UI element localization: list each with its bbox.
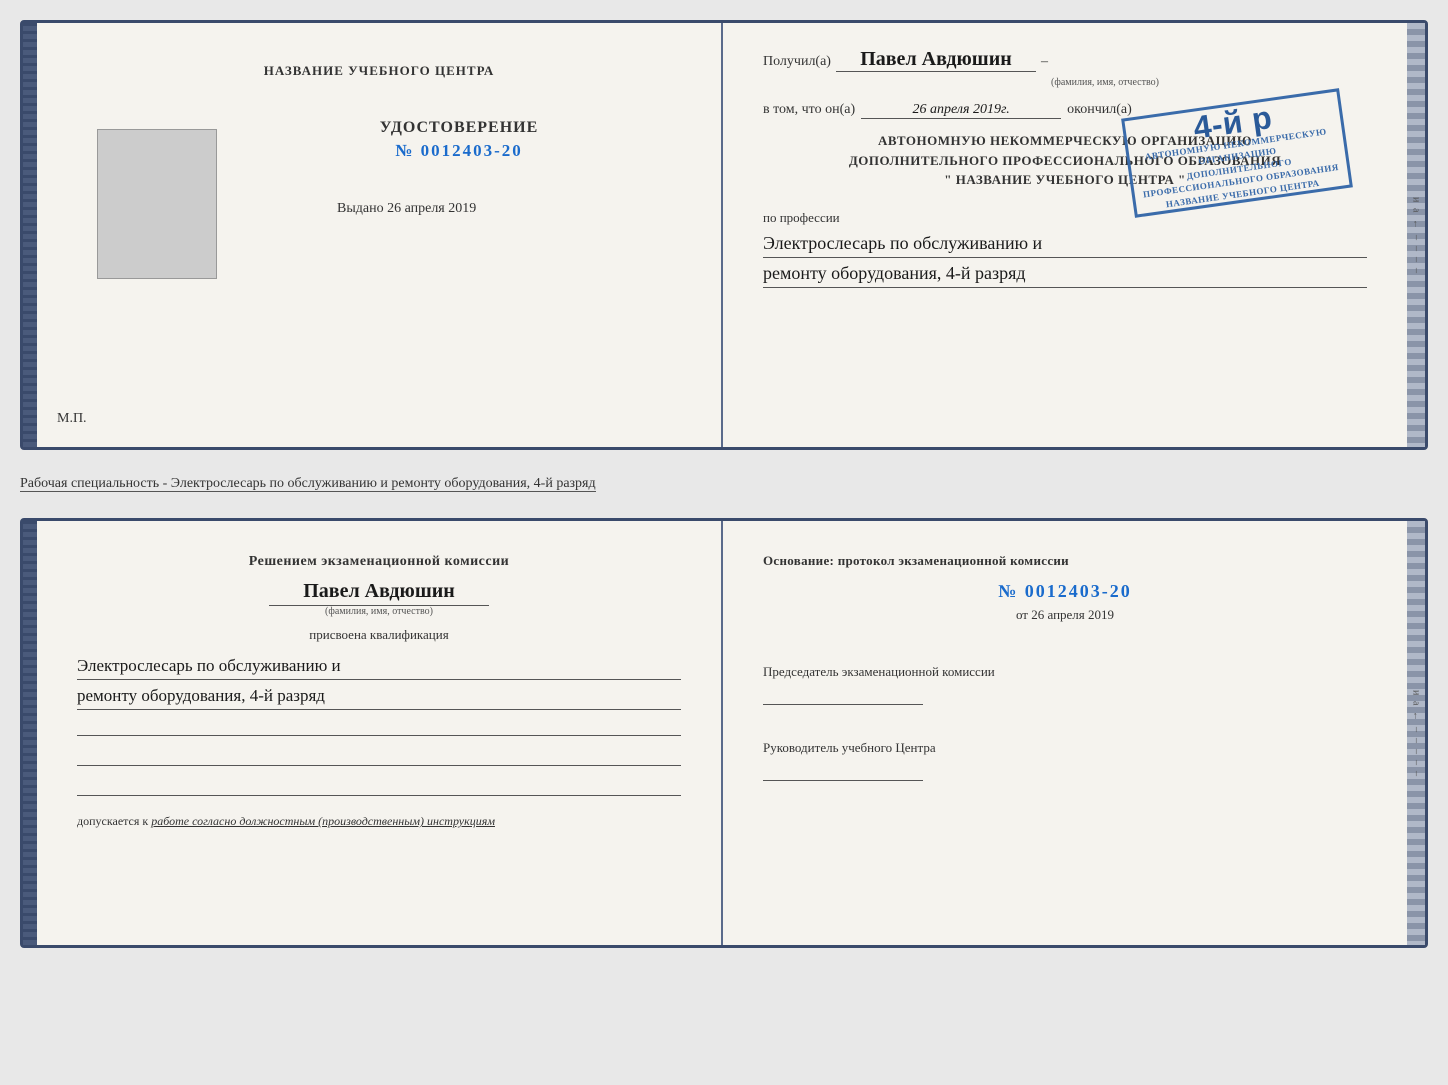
- specialty-text: Рабочая специальность - Электрослесарь п…: [20, 468, 1428, 500]
- bottom-edge-char-6: –: [1411, 749, 1422, 754]
- allowed-text-block: допускается к работе согласно должностны…: [77, 814, 681, 829]
- commission-text: Решением экзаменационной комиссии: [77, 551, 681, 572]
- recipient-name-field: Павел Авдюшин: [836, 48, 1036, 72]
- dash: –: [1041, 54, 1048, 70]
- issued-label: Выдано: [337, 201, 384, 216]
- bottom-edge-char-8: –: [1411, 771, 1422, 776]
- photo-placeholder: [97, 129, 217, 279]
- allowed-text: работе согласно должностным (производств…: [151, 814, 495, 828]
- cert-title: УДОСТОВЕРЕНИЕ: [380, 119, 539, 137]
- bottom-name-sub-label: (фамилия, имя, отчество): [77, 606, 681, 617]
- finished-label: окончил(а): [1067, 102, 1132, 118]
- profession-label: по профессии: [763, 210, 1367, 226]
- head-label: Руководитель учебного Центра: [763, 739, 1367, 757]
- top-document: НАЗВАНИЕ УЧЕБНОГО ЦЕНТРА УДОСТОВЕРЕНИЕ №…: [20, 20, 1428, 450]
- received-line: Получил(а) Павел Авдюшин –: [763, 48, 1367, 72]
- bottom-right-edge-strip: и а ← – – – – –: [1407, 521, 1425, 945]
- edge-char-2: а: [1411, 208, 1422, 212]
- top-left-page: НАЗВАНИЕ УЧЕБНОГО ЦЕНТРА УДОСТОВЕРЕНИЕ №…: [37, 23, 723, 447]
- edge-char-4: –: [1411, 235, 1422, 240]
- recipient-name: Павел Авдюшин: [860, 48, 1012, 70]
- bottom-edge-char-5: –: [1411, 738, 1422, 743]
- bottom-edge-char-1: и: [1411, 690, 1422, 695]
- edge-char-3: ←: [1411, 219, 1422, 229]
- issued-date: 26 апреля 2019: [387, 201, 476, 216]
- allowed-label: допускается к: [77, 814, 148, 828]
- blank-line-2: [77, 744, 681, 766]
- blank-line-1: [77, 714, 681, 736]
- from-label: от: [1016, 607, 1028, 622]
- blank-line-3: [77, 774, 681, 796]
- bottom-document: Решением экзаменационной комиссии Павел …: [20, 518, 1428, 948]
- received-label: Получил(а): [763, 54, 831, 70]
- bottom-right-page: Основание: протокол экзаменационной коми…: [723, 521, 1407, 945]
- completion-date-field: 26 апреля 2019г.: [861, 102, 1061, 119]
- protocol-number: № 0012403-20: [763, 581, 1367, 602]
- cert-number: № 0012403-20: [380, 141, 539, 161]
- commission-name: Павел Авдюшин: [77, 580, 681, 603]
- vtom-label: в том, что он(а): [763, 102, 855, 118]
- edge-char-7: –: [1411, 268, 1422, 273]
- bottom-left-spine: [23, 521, 37, 945]
- chairman-sig-line: [763, 685, 923, 705]
- head-block: Руководитель учебного Центра: [763, 739, 1367, 795]
- page-wrapper: НАЗВАНИЕ УЧЕБНОГО ЦЕНТРА УДОСТОВЕРЕНИЕ №…: [20, 20, 1428, 948]
- name-sub-label: (фамилия, имя, отчество): [843, 77, 1367, 88]
- bottom-edge-char-3: ←: [1411, 711, 1422, 721]
- bottom-left-page: Решением экзаменационной комиссии Павел …: [37, 521, 723, 945]
- chairman-block: Председатель экзаменационной комиссии: [763, 663, 1367, 719]
- specialty-label: Рабочая специальность - Электрослесарь п…: [20, 476, 596, 492]
- mp-label: М.П.: [57, 411, 87, 427]
- qual-line2: ремонту оборудования, 4-й разряд: [77, 682, 681, 710]
- edge-char-6: –: [1411, 257, 1422, 262]
- chairman-label: Председатель экзаменационной комиссии: [763, 663, 1367, 681]
- left-spine: [23, 23, 37, 447]
- top-right-page: Получил(а) Павел Авдюшин – (фамилия, имя…: [723, 23, 1407, 447]
- from-date: от 26 апреля 2019: [763, 607, 1367, 623]
- qual-line1: Электрослесарь по обслуживанию и: [77, 652, 681, 680]
- training-center-header: НАЗВАНИЕ УЧЕБНОГО ЦЕНТРА: [264, 63, 495, 79]
- bottom-edge-char-7: –: [1411, 760, 1422, 765]
- profession-line1: Электрослесарь по обслуживанию и: [763, 230, 1367, 258]
- edge-char-1: и: [1411, 197, 1422, 202]
- from-date-value: 26 апреля 2019: [1031, 607, 1114, 622]
- assigned-text: присвоена квалификация: [77, 627, 681, 643]
- basis-text: Основание: протокол экзаменационной коми…: [763, 551, 1367, 571]
- profession-line2: ремонту оборудования, 4-й разряд: [763, 260, 1367, 288]
- completion-date: 26 апреля 2019г.: [913, 102, 1010, 117]
- bottom-edge-char-2: а: [1411, 701, 1422, 705]
- head-sig-line: [763, 761, 923, 781]
- edge-char-5: –: [1411, 246, 1422, 251]
- right-edge-strip: и а ← – – – –: [1407, 23, 1425, 447]
- bottom-edge-char-4: –: [1411, 727, 1422, 732]
